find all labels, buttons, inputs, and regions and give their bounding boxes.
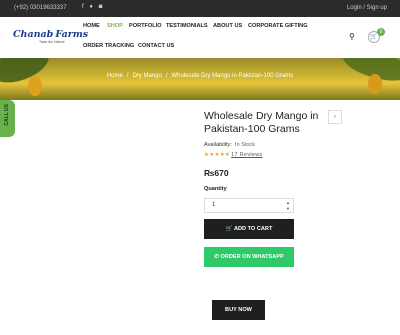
breadcrumb-category[interactable]: Dry Mango	[132, 73, 161, 79]
product-rating: ★★★★★17 Reviews	[204, 152, 263, 158]
nav-contact[interactable]: CONTACT US	[138, 43, 174, 49]
star-rating-icons: ★★★★★	[204, 152, 231, 158]
nav-shop[interactable]: SHOP	[107, 23, 123, 29]
product-price: ₨670	[204, 168, 229, 178]
buy-now-button[interactable]: BUY NOW	[212, 300, 265, 320]
stepper-arrows-icon[interactable]: ▲ ▼	[286, 200, 290, 211]
top-bar: (+92) 03019633337 f ♦ ◙ Login / Sign up	[0, 0, 400, 17]
call-us-label: CALL US	[4, 104, 10, 126]
availability-label: Availability:	[204, 142, 232, 148]
breadcrumb-separator: /	[165, 73, 168, 79]
quantity-value: 1	[212, 202, 216, 208]
nav-order-tracking[interactable]: ORDER TRACKING	[83, 43, 134, 49]
cart-icon: 🛒	[225, 226, 233, 232]
nav-portfolio[interactable]: PORTFOLIO	[129, 23, 162, 29]
twitter-icon[interactable]: ♦	[90, 4, 93, 10]
quantity-stepper[interactable]: 1 ▲ ▼	[204, 198, 294, 213]
nav-testimonials[interactable]: TESTIMONIALS	[166, 23, 208, 29]
breadcrumb-separator: /	[126, 73, 129, 79]
banner-mango-decoration	[28, 76, 42, 96]
share-icon[interactable]: ‹	[328, 110, 342, 124]
phone-number[interactable]: (+92) 03019633337	[14, 5, 67, 11]
logo-tagline: Taste the Nature	[39, 40, 65, 44]
quantity-label: Quantity	[204, 186, 227, 192]
cart-count-badge: 0	[377, 28, 385, 36]
availability: Availability: In Stock	[204, 142, 255, 148]
product-title: Wholesale Dry Mango in Pakistan-100 Gram…	[204, 110, 319, 135]
whatsapp-order-button[interactable]: ✆ ORDER ON WHATSAPP	[204, 247, 294, 267]
whatsapp-icon: ✆	[214, 254, 219, 260]
breadcrumb-current: Wholesale Dry Mango in Pakistan-100 Gram…	[171, 73, 294, 79]
login-signup-link[interactable]: Login / Sign up	[347, 5, 387, 11]
site-header: Chanab Farms Taste the Nature HOME SHOP P…	[0, 17, 400, 58]
site-logo[interactable]: Chanab Farms Taste the Nature	[13, 29, 88, 49]
social-links: f ♦ ◙	[82, 4, 102, 10]
add-to-cart-button[interactable]: 🛒 ADD TO CART	[204, 219, 294, 239]
logo-text-chanab: Chanab	[13, 29, 54, 40]
breadcrumb-home[interactable]: Home	[107, 73, 123, 79]
nav-corporate-gifting[interactable]: CORPORATE GIFTING	[248, 23, 308, 29]
search-icon[interactable]: ⚲	[349, 32, 355, 41]
nav-about[interactable]: ABOUT US	[213, 23, 242, 29]
nav-home[interactable]: HOME	[83, 23, 100, 29]
page-banner	[0, 58, 400, 100]
add-to-cart-label: ADD TO CART	[233, 226, 273, 232]
reviews-link[interactable]: 17 Reviews	[231, 152, 262, 158]
breadcrumb: Home / Dry Mango / Wholesale Dry Mango in Pa…	[0, 73, 400, 79]
logo-text-farms: Farms	[55, 29, 89, 40]
call-us-tab[interactable]: CALL US	[0, 100, 15, 137]
facebook-icon[interactable]: f	[82, 4, 84, 10]
whatsapp-label: ORDER ON WHATSAPP	[220, 254, 284, 260]
instagram-icon[interactable]: ◙	[99, 4, 103, 10]
availability-value: In Stock	[234, 142, 256, 148]
